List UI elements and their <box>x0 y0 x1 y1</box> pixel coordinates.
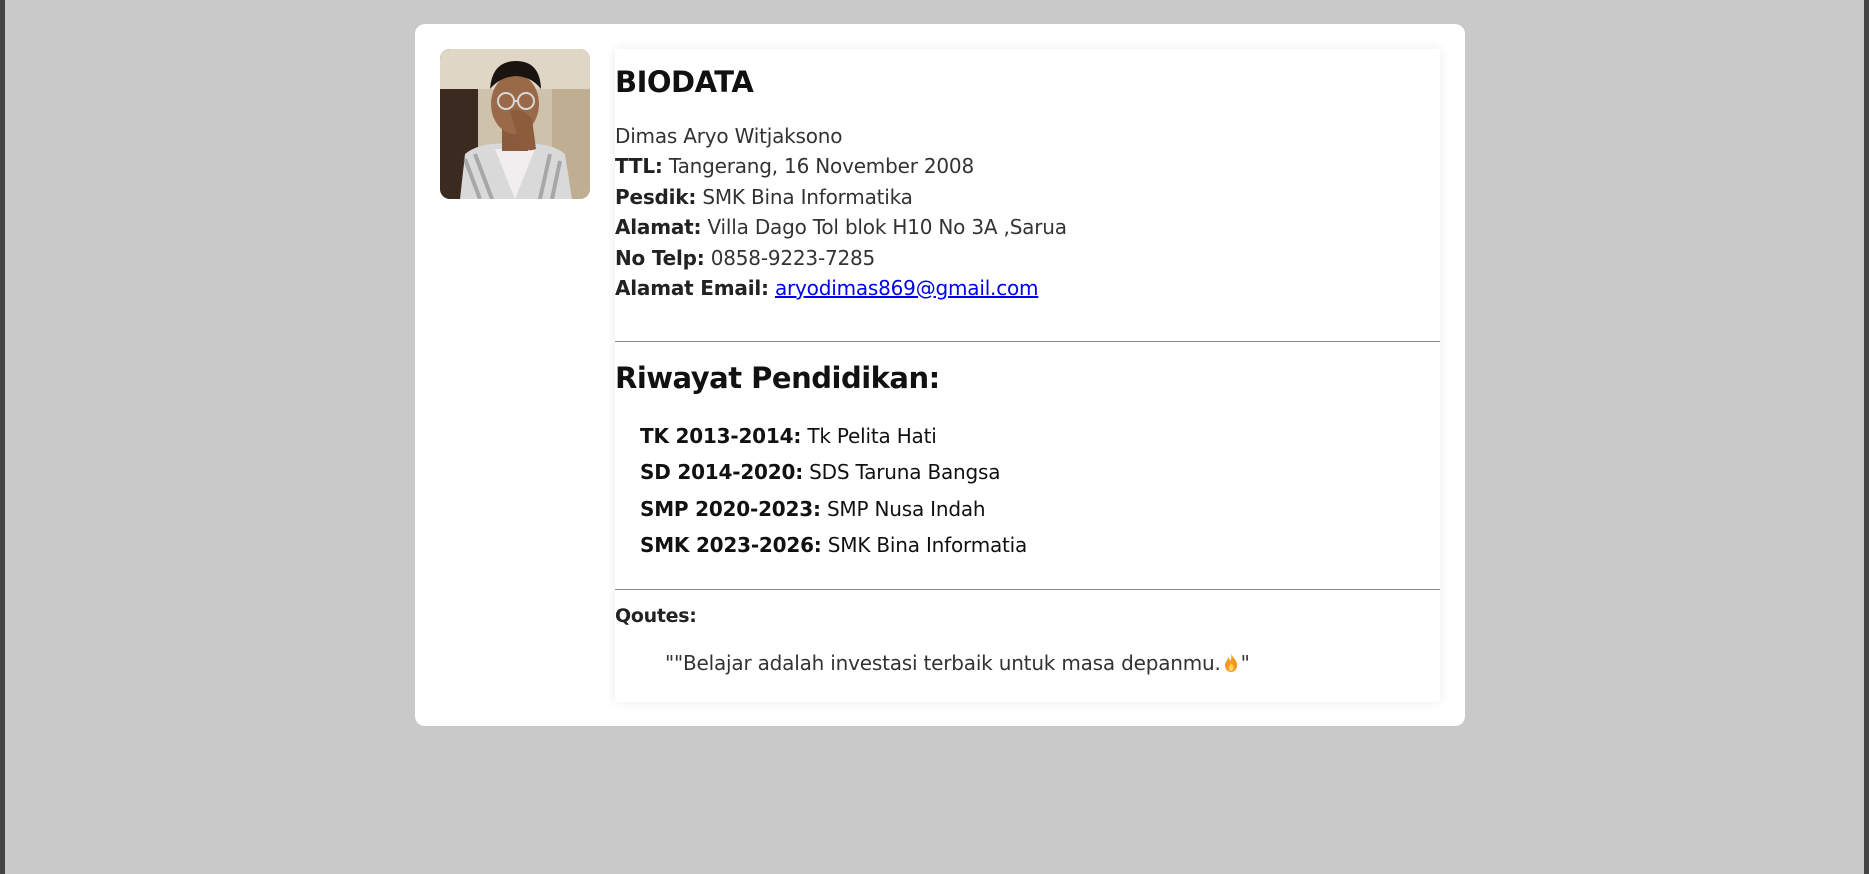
education-item: SMP 2020-2023: SMP Nusa Indah <box>640 496 986 522</box>
biodata-panel: BIODATA Dimas Aryo Witjaksono TTL: Tange… <box>615 49 1440 702</box>
alamat-label: Alamat: <box>615 215 702 239</box>
education-item: SD 2014-2020: SDS Taruna Bangsa <box>640 459 1000 485</box>
education-item-label: SMP 2020-2023: <box>640 497 821 521</box>
education-title: Riwayat Pendidikan: <box>615 361 940 395</box>
divider <box>615 341 1440 342</box>
telp-row: No Telp: 0858-9223-7285 <box>615 245 875 271</box>
education-item-label: SD 2014-2020: <box>640 460 803 484</box>
education-item-label: SMK 2023-2026: <box>640 533 822 557</box>
email-link[interactable]: aryodimas869@gmail.com <box>775 276 1039 300</box>
alamat-row: Alamat: Villa Dago Tol blok H10 No 3A ,S… <box>615 214 1067 240</box>
ttl-label: TTL: <box>615 154 663 178</box>
education-item-label: TK 2013-2014: <box>640 424 802 448</box>
quote-body: ""Belajar adalah investasi terbaik untuk… <box>665 651 1221 675</box>
email-row: Alamat Email: aryodimas869@gmail.com <box>615 275 1039 301</box>
email-label: Alamat Email: <box>615 276 769 300</box>
full-name: Dimas Aryo Witjaksono <box>615 124 843 148</box>
education-item: TK 2013-2014: Tk Pelita Hati <box>640 423 937 449</box>
pesdik-value: SMK Bina Informatika <box>702 185 913 209</box>
biodata-card: BIODATA Dimas Aryo Witjaksono TTL: Tange… <box>415 24 1465 726</box>
alamat-value: Villa Dago Tol blok H10 No 3A ,Sarua <box>707 215 1067 239</box>
page-title: BIODATA <box>615 65 754 99</box>
education-item-value: SMP Nusa Indah <box>826 497 986 521</box>
telp-value: 0858-9223-7285 <box>710 246 876 270</box>
profile-photo <box>440 49 590 199</box>
pesdik-label: Pesdik: <box>615 185 697 209</box>
quote-closing: " <box>1240 651 1250 675</box>
quote-text: ""Belajar adalah investasi terbaik untuk… <box>665 650 1250 679</box>
education-item-value: SMK Bina Informatia <box>827 533 1028 557</box>
education-item-value: SDS Taruna Bangsa <box>809 460 1001 484</box>
pesdik-row: Pesdik: SMK Bina Informatika <box>615 184 913 210</box>
divider <box>615 589 1440 590</box>
education-item-value: Tk Pelita Hati <box>807 424 937 448</box>
education-item: SMK 2023-2026: SMK Bina Informatia <box>640 532 1027 558</box>
ttl-value: Tangerang, 16 November 2008 <box>668 154 974 178</box>
ttl-row: TTL: Tangerang, 16 November 2008 <box>615 153 974 179</box>
telp-label: No Telp: <box>615 246 705 270</box>
quotes-label: Qoutes: <box>615 605 697 627</box>
fire-icon <box>1223 653 1239 679</box>
